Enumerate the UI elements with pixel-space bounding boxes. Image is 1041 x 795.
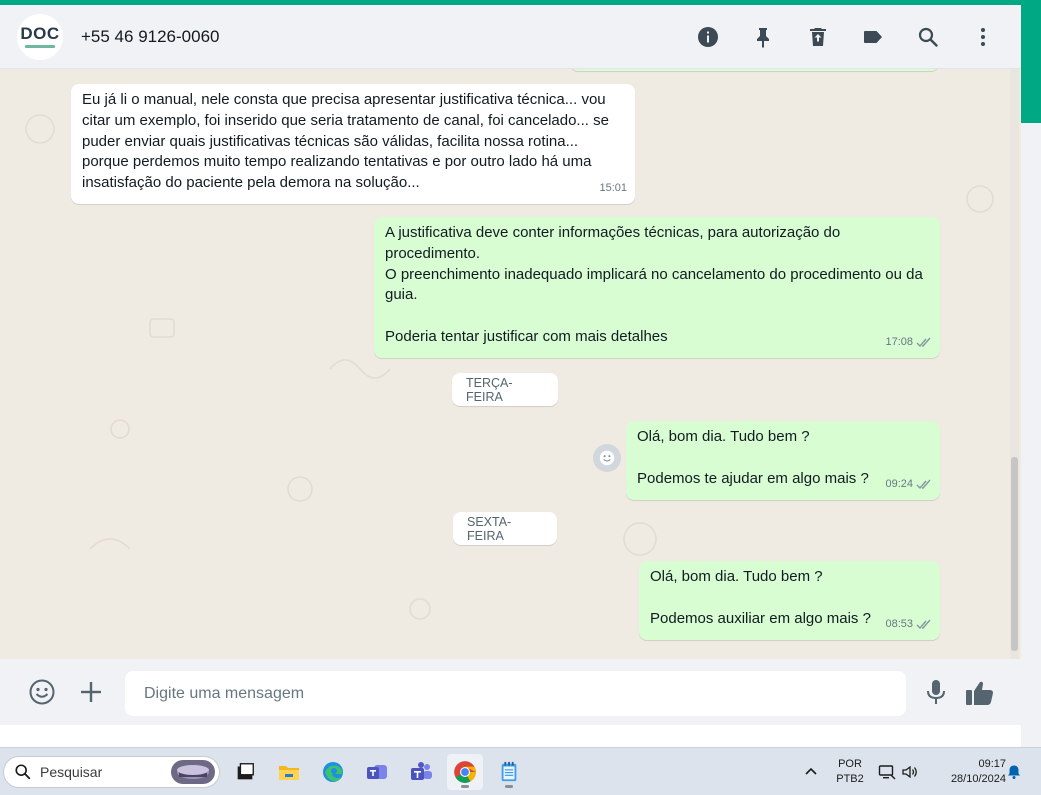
language-code: POR	[838, 758, 862, 770]
date-separator: SEXTA-FEIRA	[453, 512, 557, 545]
edge-icon[interactable]	[315, 754, 351, 790]
message-meta: 09:24	[885, 474, 932, 495]
read-ticks-icon	[916, 337, 931, 348]
avatar-logo-text: DOC	[20, 24, 60, 43]
windows-taskbar: Pesquisar POR PTB2 09:17 28/10/2024	[0, 747, 1041, 795]
input-language[interactable]: POR PTB2	[832, 757, 868, 787]
running-app-indicator	[505, 785, 513, 788]
message-meta: 08:53	[885, 614, 932, 635]
date-separator: TERÇA-FEIRA	[452, 373, 558, 406]
clock-time: 09:17	[978, 758, 1006, 770]
attach-plus-icon[interactable]	[78, 679, 104, 705]
microphone-icon[interactable]	[925, 679, 947, 706]
message-composer	[0, 659, 1021, 725]
file-explorer-icon[interactable]	[271, 754, 307, 790]
window-side-accent	[1021, 5, 1041, 123]
message-time: 17:08	[885, 336, 913, 349]
contact-avatar[interactable]: DOC	[17, 13, 63, 60]
reaction-button[interactable]	[593, 444, 621, 472]
message-list[interactable]: Eu já li o manual, nele consta que preci…	[0, 69, 1021, 659]
header-actions	[665, 5, 995, 69]
read-ticks-icon	[916, 479, 931, 490]
chat-header: DOC +55 46 9126-0060	[0, 5, 1021, 69]
message-bubble-partial	[570, 69, 939, 71]
delete-icon[interactable]	[806, 25, 830, 49]
clock-date: 28/10/2024	[950, 773, 1006, 785]
thumbs-up-icon[interactable]	[965, 679, 995, 706]
keyboard-layout: PTB2	[836, 773, 864, 785]
message-meta: 15:01	[599, 178, 627, 199]
active-app-indicator	[461, 785, 469, 788]
widgets-icon[interactable]	[227, 754, 263, 790]
message-time: 15:01	[599, 182, 627, 195]
search-icon	[15, 764, 31, 780]
message-time: 09:24	[885, 478, 913, 491]
chat-scrollbar[interactable]	[1010, 69, 1019, 659]
taskbar-search[interactable]: Pesquisar	[3, 756, 220, 788]
message-time: 08:53	[885, 618, 913, 631]
label-icon[interactable]	[861, 25, 885, 49]
chrome-icon[interactable]	[447, 754, 483, 790]
info-icon[interactable]	[696, 25, 720, 49]
menu-icon[interactable]	[971, 25, 995, 49]
taskbar-search-placeholder: Pesquisar	[40, 764, 103, 780]
message-outgoing[interactable]: Olá, bom dia. Tudo bem ? Podemos te ajud…	[626, 421, 940, 500]
system-clock[interactable]: 09:17 28/10/2024	[930, 757, 1006, 787]
message-incoming[interactable]: Eu já li o manual, nele consta que preci…	[71, 84, 635, 204]
scroll-thumb[interactable]	[1011, 457, 1018, 651]
volume-icon[interactable]	[901, 763, 919, 781]
message-text: A justificativa deve conter informações …	[385, 224, 923, 345]
message-outgoing[interactable]: A justificativa deve conter informações …	[374, 217, 940, 358]
notification-bell-icon[interactable]	[1006, 764, 1022, 780]
message-text: Eu já li o manual, nele consta que preci…	[82, 91, 609, 192]
pin-icon[interactable]	[751, 25, 775, 49]
whatsapp-chat-window: DOC +55 46 9126-0060 Eu já li o manual, …	[0, 5, 1021, 747]
tray-overflow-chevron-icon[interactable]	[803, 763, 819, 779]
window-side-panel	[1021, 123, 1041, 747]
emoji-icon[interactable]	[28, 678, 56, 706]
network-icon[interactable]	[878, 763, 896, 781]
search-icon[interactable]	[916, 25, 940, 49]
teams-classic-icon[interactable]	[403, 754, 439, 790]
notepad-icon[interactable]	[491, 754, 527, 790]
read-ticks-icon	[916, 619, 931, 630]
message-meta: 17:08	[885, 332, 932, 353]
emoji-react-icon	[599, 450, 615, 466]
teams-icon[interactable]	[359, 754, 395, 790]
avatar-logo-underline	[25, 45, 55, 48]
message-input[interactable]	[125, 671, 906, 716]
contact-name[interactable]: +55 46 9126-0060	[81, 27, 220, 47]
search-highlight-image	[171, 760, 215, 784]
message-outgoing[interactable]: Olá, bom dia. Tudo bem ? Podemos auxilia…	[639, 561, 940, 640]
